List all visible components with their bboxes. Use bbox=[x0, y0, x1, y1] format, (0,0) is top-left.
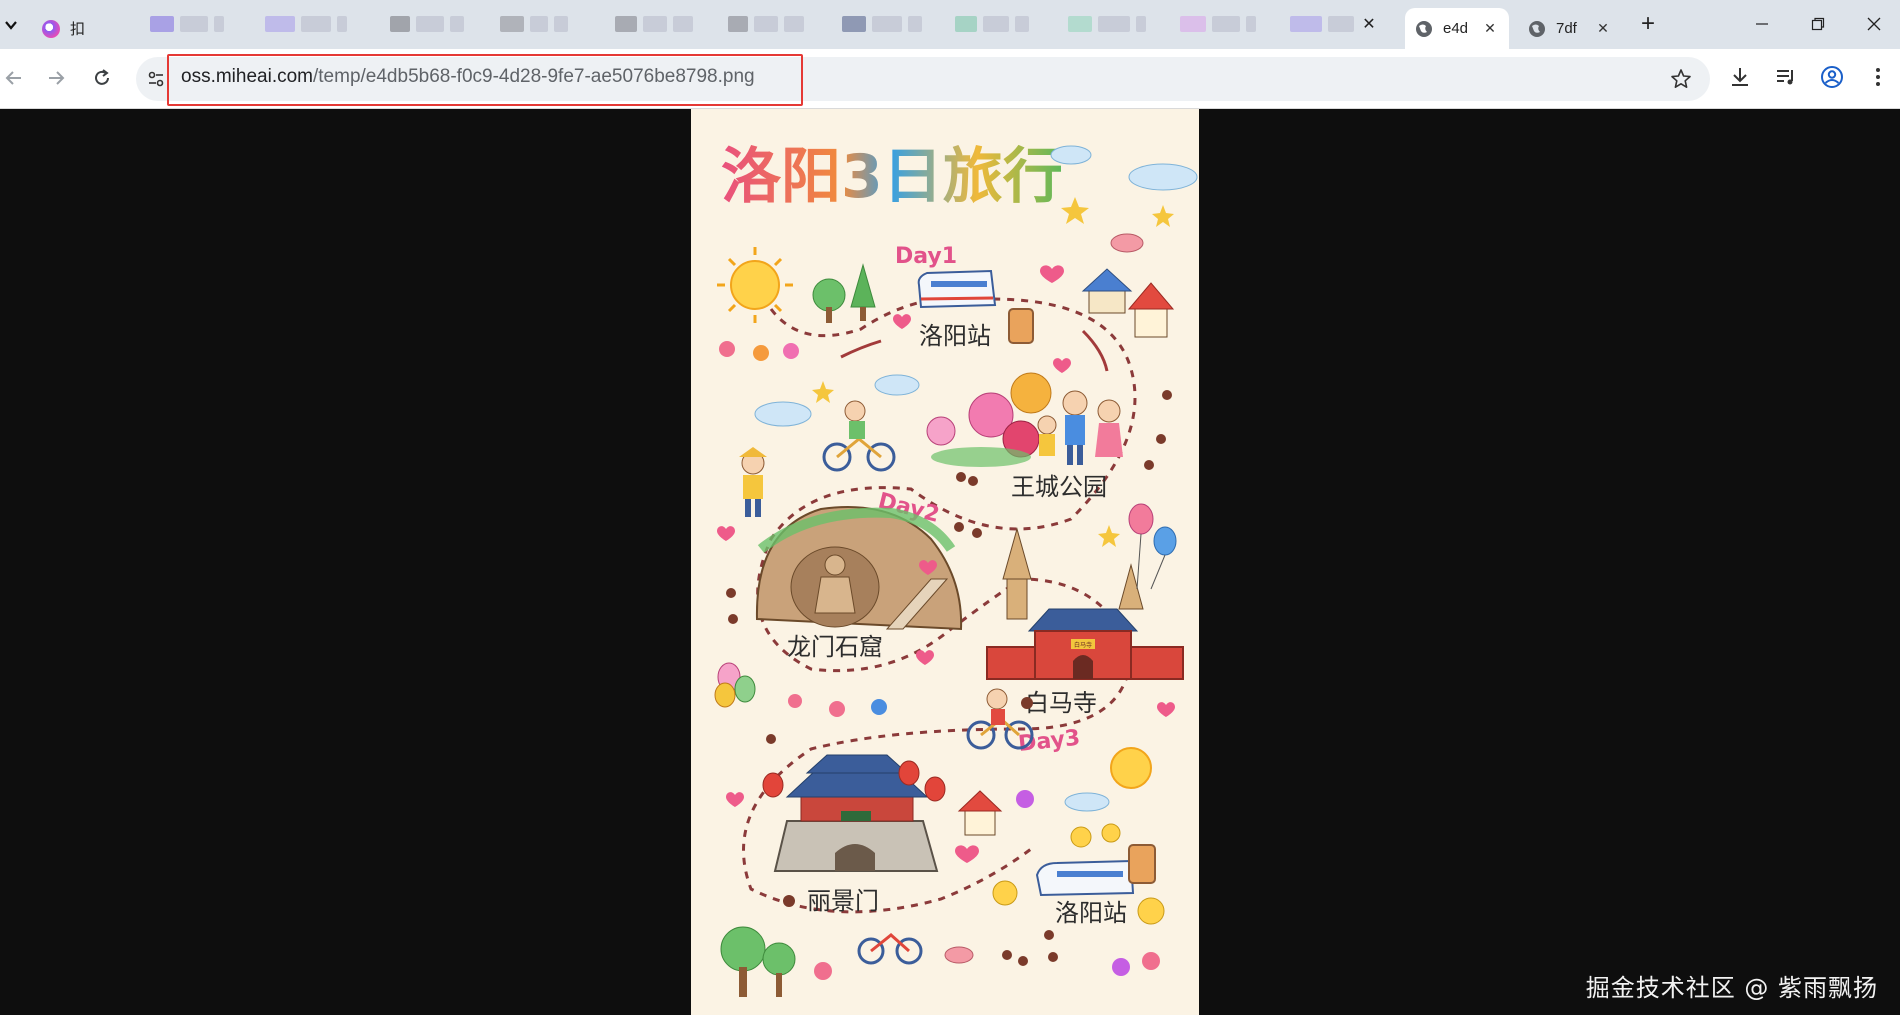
day3-label: Day3 bbox=[1017, 726, 1081, 757]
stop-baima: 白马寺 bbox=[1025, 689, 1097, 717]
peony-flowers bbox=[926, 372, 1052, 467]
browser-menu-icon[interactable] bbox=[1866, 65, 1890, 94]
new-tab-button[interactable]: + bbox=[1626, 10, 1670, 38]
blurred-tab[interactable] bbox=[500, 10, 568, 38]
blurred-tab[interactable] bbox=[265, 10, 347, 38]
day1-label: Day1 bbox=[895, 244, 957, 269]
globe-icon bbox=[1528, 20, 1546, 38]
blurred-tab[interactable] bbox=[1290, 10, 1354, 38]
blurred-tab-close-button[interactable]: ✕ bbox=[1354, 10, 1384, 38]
tab-first[interactable]: 扣 bbox=[32, 8, 152, 49]
blurred-tab[interactable] bbox=[955, 10, 1029, 38]
tab-search-chevron-icon[interactable] bbox=[0, 12, 22, 38]
media-playlist-icon[interactable] bbox=[1774, 65, 1798, 94]
tab-title: 扣 bbox=[70, 21, 86, 38]
tab-title: e4d bbox=[1443, 20, 1469, 37]
minimize-window-button[interactable] bbox=[1740, 10, 1784, 38]
back-button[interactable] bbox=[0, 64, 28, 92]
stop-luoyang-station-1: 洛阳站 bbox=[919, 322, 991, 350]
profile-avatar-icon[interactable] bbox=[1820, 65, 1844, 94]
bookmark-star-icon[interactable] bbox=[1670, 68, 1692, 95]
tourist-boy bbox=[739, 447, 767, 517]
blurred-tab[interactable] bbox=[615, 10, 693, 38]
watermark: 掘金技术社区 @ 紫雨飘扬 bbox=[1585, 974, 1878, 1002]
baima-temple: 白马寺 bbox=[986, 527, 1184, 680]
tab-title: 7df bbox=[1556, 20, 1577, 37]
url-annotation-box bbox=[167, 54, 803, 106]
close-tab-icon[interactable]: ✕ bbox=[1594, 19, 1612, 37]
close-window-button[interactable] bbox=[1852, 10, 1896, 38]
stop-longmen: 龙门石窟 bbox=[787, 633, 883, 661]
tab-other[interactable]: 7df ✕ bbox=[1518, 8, 1622, 49]
stop-wangcheng-park: 王城公园 bbox=[1011, 473, 1107, 501]
family-figures bbox=[1037, 390, 1123, 465]
travel-poster-image: 洛阳3日旅行 Day1 Day2 Day3 洛阳站 王城公园 龙门石窟 白马寺 … bbox=[691, 109, 1199, 1015]
restore-window-button[interactable] bbox=[1796, 10, 1840, 38]
app-logo-icon bbox=[42, 19, 60, 38]
forward-button[interactable] bbox=[42, 64, 70, 92]
blurred-tab[interactable] bbox=[728, 10, 804, 38]
globe-icon bbox=[1415, 20, 1433, 38]
blurred-tab[interactable] bbox=[1068, 10, 1146, 38]
download-icon[interactable] bbox=[1728, 65, 1752, 94]
tab-strip: 扣 ✕ e4d ✕ 7df ✕ + bbox=[0, 0, 1900, 49]
stop-lijing-gate: 丽景门 bbox=[807, 887, 879, 915]
poster-title: 洛阳3日旅行 bbox=[721, 142, 1063, 212]
cyclist-icon bbox=[822, 400, 1034, 965]
tab-active[interactable]: e4d ✕ bbox=[1405, 8, 1509, 49]
blurred-tab[interactable] bbox=[1180, 10, 1256, 38]
temple-plaque: 白马寺 bbox=[1074, 641, 1092, 649]
site-info-icon[interactable] bbox=[146, 69, 166, 94]
blurred-tab[interactable] bbox=[390, 10, 464, 38]
blurred-tab[interactable] bbox=[842, 10, 922, 38]
stop-luoyang-station-2: 洛阳站 bbox=[1055, 899, 1127, 927]
blurred-tab[interactable] bbox=[150, 10, 224, 38]
reload-button[interactable] bbox=[88, 64, 116, 92]
close-tab-icon[interactable]: ✕ bbox=[1481, 19, 1499, 37]
